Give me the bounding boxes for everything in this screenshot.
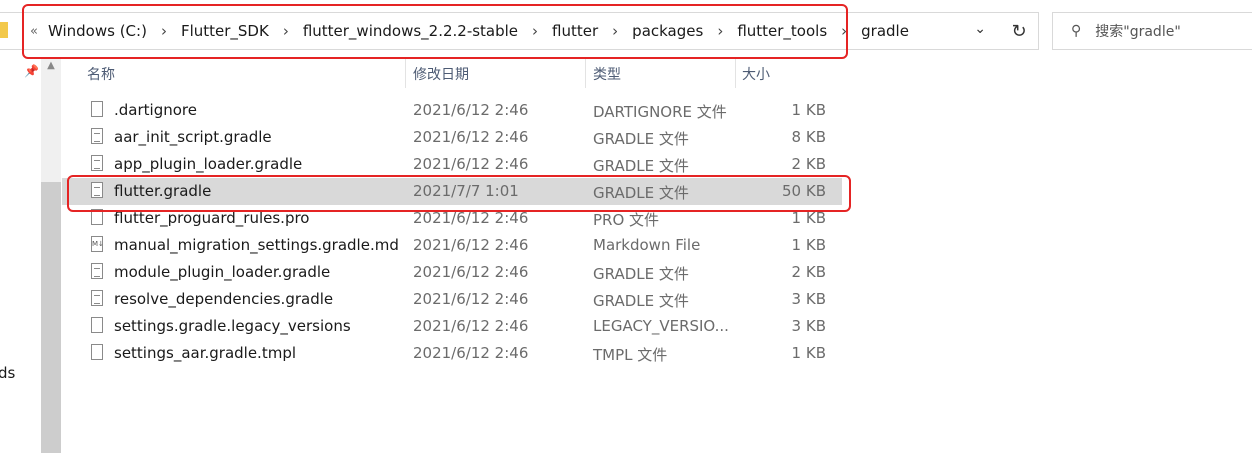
file-type: GRADLE 文件 <box>593 130 689 148</box>
file-date: 2021/6/12 2:46 <box>413 101 529 119</box>
file-size: 3 KB <box>791 317 826 335</box>
search-icon: ⚲ <box>1071 23 1082 39</box>
file-name: .dartignore <box>114 101 197 119</box>
scroll-up-arrow-icon[interactable]: ▲ <box>41 60 61 78</box>
column-date[interactable]: 修改日期 <box>413 64 469 84</box>
file-type: GRADLE 文件 <box>593 265 689 283</box>
pin-icon: 📌 <box>24 64 39 78</box>
file-row[interactable]: M↓ manual_migration_settings.gradle.md 202… <box>62 232 842 259</box>
file-date: 2021/6/12 2:46 <box>413 290 529 308</box>
refresh-icon: ↻ <box>1011 20 1027 42</box>
file-date: 2021/6/12 2:46 <box>413 344 529 362</box>
file-size: 1 KB <box>791 236 826 254</box>
file-size: 1 KB <box>791 344 826 362</box>
file-date: 2021/6/12 2:46 <box>413 263 529 281</box>
highlight-box-address <box>22 4 848 59</box>
column-header: 名称 修改日期 类型 大小 <box>62 58 842 88</box>
search-box[interactable]: ⚲ 搜索"gradle" <box>1052 12 1252 50</box>
refresh-button[interactable]: ↻ <box>1000 12 1039 50</box>
text-file-icon <box>91 155 103 171</box>
search-placeholder: 搜索"gradle" <box>1095 24 1181 40</box>
file-row[interactable]: settings_aar.gradle.tmpl 2021/6/12 2:46 TM… <box>62 340 842 367</box>
file-row[interactable]: aar_init_script.gradle 2021/6/12 2:46 GRAD… <box>62 124 842 151</box>
file-date: 2021/6/12 2:46 <box>413 155 529 173</box>
file-type: GRADLE 文件 <box>593 157 689 175</box>
chevron-down-icon[interactable]: ⌄ <box>974 21 986 37</box>
nav-scrollbar-thumb[interactable] <box>41 182 61 453</box>
file-row[interactable]: app_plugin_loader.gradle 2021/6/12 2:46 GR… <box>62 151 842 178</box>
blank-file-icon <box>91 101 103 117</box>
breadcrumb-item[interactable]: gradle <box>861 22 909 40</box>
file-name: settings_aar.gradle.tmpl <box>114 344 297 362</box>
file-row[interactable]: module_plugin_loader.gradle 2021/6/12 2:4… <box>62 259 842 286</box>
file-size: 2 KB <box>791 263 826 281</box>
markdown-file-icon: M↓ <box>91 236 104 252</box>
text-file-icon <box>91 290 103 306</box>
column-size[interactable]: 大小 <box>742 64 770 84</box>
file-type: Markdown File <box>593 236 701 254</box>
blank-file-icon <box>91 317 103 333</box>
column-name[interactable]: 名称 <box>87 64 115 84</box>
text-file-icon <box>91 128 103 144</box>
file-type: GRADLE 文件 <box>593 292 689 310</box>
file-type: TMPL 文件 <box>593 346 668 364</box>
file-type: DARTIGNORE 文件 <box>593 103 727 121</box>
blank-file-icon <box>91 344 103 360</box>
folder-icon <box>0 22 8 38</box>
file-row[interactable]: resolve_dependencies.gradle 2021/6/12 2:4… <box>62 286 842 313</box>
file-name: resolve_dependencies.gradle <box>114 290 334 308</box>
column-divider[interactable] <box>735 58 736 88</box>
file-type: PRO 文件 <box>593 211 660 229</box>
file-size: 3 KB <box>791 290 826 308</box>
file-date: 2021/6/12 2:46 <box>413 317 529 335</box>
file-name: module_plugin_loader.gradle <box>114 263 331 281</box>
file-name: aar_init_script.gradle <box>114 128 272 146</box>
file-date: 2021/6/12 2:46 <box>413 236 529 254</box>
file-size: 8 KB <box>791 128 826 146</box>
file-list: .dartignore 2021/6/12 2:46 DARTIGNORE 文件 1 … <box>62 97 842 367</box>
nav-item-partial[interactable]: ds <box>0 364 15 382</box>
file-size: 1 KB <box>791 101 826 119</box>
file-name: settings.gradle.legacy_versions <box>114 317 351 335</box>
column-divider[interactable] <box>405 58 406 88</box>
file-name: app_plugin_loader.gradle <box>114 155 303 173</box>
highlight-box-selected-file <box>67 175 851 212</box>
file-name: manual_migration_settings.gradle.md <box>114 236 399 254</box>
file-row[interactable]: .dartignore 2021/6/12 2:46 DARTIGNORE 文件 1 … <box>62 97 842 124</box>
file-date: 2021/6/12 2:46 <box>413 128 529 146</box>
file-size: 2 KB <box>791 155 826 173</box>
column-divider[interactable] <box>585 58 586 88</box>
text-file-icon <box>91 263 103 279</box>
file-type: LEGACY_VERSIO... <box>593 317 729 335</box>
column-type[interactable]: 类型 <box>593 64 621 84</box>
file-row[interactable]: settings.gradle.legacy_versions 2021/6/12… <box>62 313 842 340</box>
